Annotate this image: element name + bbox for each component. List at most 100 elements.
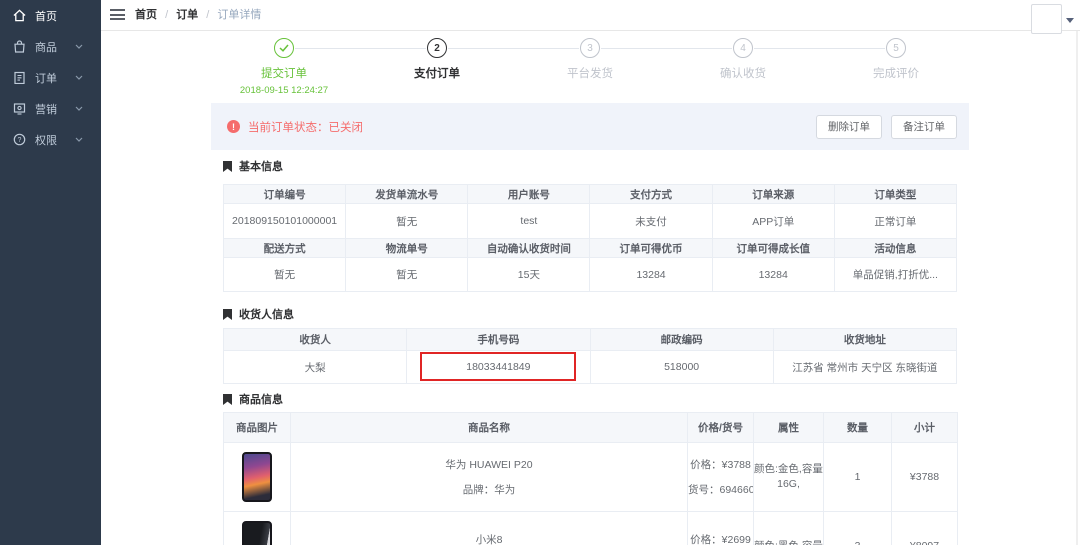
sidebar-item-product[interactable]: 商品 [0,31,101,62]
header-cell: 订单类型 [834,185,956,204]
product-name: 小米8 [291,534,687,545]
header-cell: 商品图片 [224,413,291,443]
scrollbar-track[interactable] [1076,31,1078,545]
product-attrs: 颜色:黑色,容量: [754,539,823,545]
product-name: 华为 HUAWEI P20 [291,459,687,471]
step-label: 完成评价 [831,65,961,81]
receiver-info-title: 收货人信息 [223,306,294,322]
product-info-table: 商品图片 商品名称 价格/货号 属性 数量 小计 华为 HUAWEI P20 品… [223,412,958,545]
sidebar-item-permission[interactable]: ? 权限 [0,124,101,155]
header-cell: 用户账号 [468,185,590,204]
product-row: 小米8 价格：¥2699 颜色:黑色,容量: 3 ¥8097 [224,512,958,545]
order-status-alert: ! 当前订单状态：已关闭 删除订单 备注订单 [211,103,969,150]
sidebar-item-label: 权限 [35,132,57,148]
header-cell: 收货人 [224,329,407,351]
header-cell: 属性 [754,413,824,443]
receiver-address-value: 江苏省 常州市 天宁区 东晓街道 [773,351,956,384]
product-attrs: 16G, [754,477,823,492]
topbar: 首页 / 订单 / 订单详情 [101,0,1080,31]
receiver-postcode-value: 518000 [590,351,773,384]
delivery-method-value: 暂无 [224,258,346,292]
breadcrumb-order-detail: 订单详情 [217,9,261,21]
sidebar-item-label: 营销 [35,101,57,117]
basic-info-title: 基本信息 [223,158,283,174]
header-cell: 订单可得成长值 [712,239,834,258]
product-quantity: 3 [824,512,892,545]
user-account-value: test [468,204,590,239]
huawei-p20-photo [242,452,272,502]
hamburger-icon[interactable] [110,9,125,21]
receiver-name-value: 大梨 [224,351,407,384]
basic-info-table: 订单编号 发货单流水号 用户账号 支付方式 订单来源 订单类型 20180915… [223,184,957,292]
header-cell: 小计 [892,413,958,443]
sidebar-item-marketing[interactable]: 营销 [0,93,101,124]
header-cell: 支付方式 [590,185,712,204]
step-pay-order: 2 支付订单 [372,38,502,81]
header-cell: 价格/货号 [688,413,754,443]
header-cell: 邮政编码 [590,329,773,351]
sidebar-item-label: 订单 [35,70,57,86]
sidebar-item-order[interactable]: 订单 [0,62,101,93]
header-cell: 手机号码 [407,329,590,351]
marketing-icon [13,102,26,115]
header-cell: 自动确认收货时间 [468,239,590,258]
chevron-down-icon [75,137,83,142]
user-menu-caret-icon[interactable] [1066,18,1074,23]
bookmark-icon [223,309,232,320]
header-cell: 订单编号 [224,185,346,204]
step-label: 平台发货 [525,65,655,81]
breadcrumb-home[interactable]: 首页 [135,9,157,21]
order-icon [13,71,26,84]
pay-type-value: 未支付 [590,204,712,239]
header-cell: 活动信息 [834,239,956,258]
step-number-circle: 4 [733,38,753,58]
order-status-text: 当前订单状态：已关闭 [248,119,363,135]
header-cell: 订单来源 [712,185,834,204]
product-quantity: 1 [824,443,892,512]
growth-value: 13284 [712,258,834,292]
step-platform-ship: 3 平台发货 [525,38,655,81]
product-sn: 货号：6946605 [688,484,753,496]
xiaomi-mi8-photo [242,521,272,545]
step-number-circle: 3 [580,38,600,58]
step-number-circle: 5 [886,38,906,58]
sidebar-item-home[interactable]: 首页 [0,0,101,31]
breadcrumb-order[interactable]: 订单 [176,9,198,21]
header-cell: 数量 [824,413,892,443]
sidebar-item-label: 首页 [35,8,57,24]
order-sn-value: 201809150101000001 [224,204,346,239]
chevron-down-icon [75,44,83,49]
breadcrumb-separator: / [206,9,209,21]
note-order-button[interactable]: 备注订单 [891,115,957,139]
delivery-sn-value: 暂无 [346,204,468,239]
product-subtotal: ¥3788 [892,443,958,512]
step-label: 提交订单 [219,65,349,81]
coin-value: 13284 [590,258,712,292]
header-cell: 商品名称 [291,413,688,443]
header-cell: 收货地址 [773,329,956,351]
order-type-value: 正常订单 [834,204,956,239]
sidebar: 首页 商品 订单 营销 ? 权限 [0,0,101,545]
sidebar-item-label: 商品 [35,39,57,55]
product-price: 价格：¥3788 [688,459,753,471]
svg-text:?: ? [18,137,22,144]
step-confirm-receipt: 4 确认收货 [678,38,808,81]
bookmark-icon [223,394,232,405]
permission-icon: ? [13,133,26,146]
step-label: 确认收货 [678,65,808,81]
step-timestamp: 2018-09-15 12:24:27 [219,85,349,96]
delete-order-button[interactable]: 删除订单 [816,115,882,139]
header-cell: 配送方式 [224,239,346,258]
header-cell: 物流单号 [346,239,468,258]
breadcrumb-separator: / [165,9,168,21]
chevron-down-icon [75,106,83,111]
avatar[interactable] [1031,4,1062,34]
breadcrumb: 首页 / 订单 / 订单详情 [135,0,261,30]
header-cell: 发货单流水号 [346,185,468,204]
home-icon [13,9,26,22]
header-cell: 订单可得优币 [590,239,712,258]
bookmark-icon [223,161,232,172]
receiver-info-table: 收货人 手机号码 邮政编码 收货地址 大梨 18033441849 518000… [223,328,957,384]
logistics-sn-value: 暂无 [346,258,468,292]
product-row: 华为 HUAWEI P20 品牌：华为 价格：¥3788 货号：6946605 … [224,443,958,512]
